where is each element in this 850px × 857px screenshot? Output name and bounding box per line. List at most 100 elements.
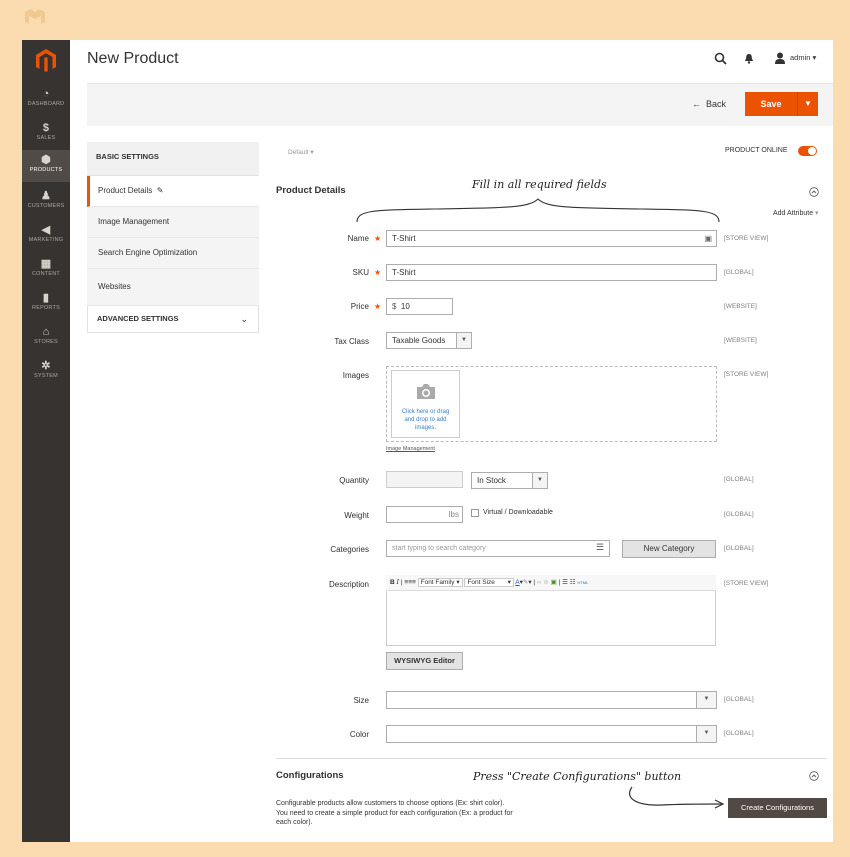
store-icon: ⌂	[42, 326, 50, 338]
image-icon[interactable]: ▣	[551, 579, 557, 586]
product-online-toggle[interactable]	[798, 146, 817, 156]
scope-label: [GLOBAL]	[724, 696, 754, 703]
color-select[interactable]: ▼	[386, 725, 717, 743]
size-label: Size	[353, 696, 369, 705]
highlight-icon[interactable]: ✎	[523, 579, 528, 586]
collapse-icon[interactable]	[809, 771, 819, 781]
text-color-icon[interactable]: A	[515, 579, 519, 586]
html-icon[interactable]: HTML	[577, 580, 588, 585]
megaphone-icon: ◀	[41, 224, 51, 236]
bullet-list-icon[interactable]: ☰	[562, 579, 568, 586]
stock-status-select[interactable]: In Stock ▼	[471, 472, 548, 489]
bell-icon[interactable]	[744, 53, 754, 64]
store-switcher[interactable]: Default ▾	[288, 148, 314, 156]
font-family-select[interactable]: Font Family ▾	[417, 578, 463, 587]
caret-down-icon: ▼	[532, 473, 547, 488]
annotation-brace	[356, 198, 720, 223]
caret-down-icon: ▾	[310, 149, 314, 156]
cube-icon: ⬢	[41, 154, 51, 166]
upload-hint: Click here or drag and drop to add image…	[401, 409, 450, 431]
configurations-description: Configurable products allow customers to…	[276, 800, 513, 826]
link-icon[interactable]: ∞	[537, 579, 542, 586]
scope-label: [GLOBAL]	[724, 545, 754, 552]
tab-image-management[interactable]: Image Management	[87, 207, 259, 238]
editor-toolbar: B I | ≡≡≡ Font Family ▾ Font Size ▾ A▾✎▾…	[386, 575, 716, 591]
save-button[interactable]: Save	[745, 92, 797, 116]
new-category-button[interactable]: New Category	[622, 540, 716, 558]
image-upload-tile[interactable]: Click here or drag and drop to add image…	[391, 370, 460, 438]
name-input[interactable]: T-Shirt ▣	[386, 230, 717, 247]
product-tabs-nav: BASIC SETTINGS Product Details ✎ Image M…	[87, 142, 259, 333]
annotation-configurations: Press "Create Configurations" button	[473, 770, 682, 783]
tab-seo[interactable]: Search Engine Optimization	[87, 238, 259, 269]
user-menu[interactable]: admin ▾	[790, 53, 816, 62]
sidebar-item-products[interactable]: ⬢ PRODUCTS	[22, 150, 70, 182]
dollar-icon: $	[42, 122, 50, 134]
bold-icon[interactable]: B	[390, 579, 395, 586]
camera-icon	[416, 384, 435, 399]
unlink-icon[interactable]: ⊘	[543, 579, 548, 586]
sku-input[interactable]: T-Shirt	[386, 264, 717, 281]
tab-websites[interactable]: Websites	[87, 269, 259, 306]
divider	[276, 758, 827, 759]
price-label: Price	[350, 302, 369, 311]
magento-logo-icon[interactable]	[31, 46, 61, 76]
wysiwyg-editor-button[interactable]: WYSIWYG Editor	[386, 652, 463, 670]
sidebar-item-system[interactable]: ✲ SYSTEM	[22, 360, 70, 388]
caret-down-icon: ▾	[812, 53, 817, 62]
sidebar-item-content[interactable]: ▦ CONTENT	[22, 258, 70, 286]
back-button[interactable]: ← Back	[692, 99, 726, 109]
scope-label: [STORE VIEW]	[724, 235, 769, 242]
advanced-settings-toggle[interactable]: ADVANCED SETTINGS ⌄	[87, 306, 259, 333]
font-size-select[interactable]: Font Size ▾	[464, 578, 514, 587]
search-icon[interactable]	[714, 52, 727, 65]
scope-label: [GLOBAL]	[724, 730, 754, 737]
quantity-input[interactable]	[386, 471, 463, 488]
italic-icon[interactable]: I	[397, 578, 400, 586]
caret-down-icon: ▼	[804, 99, 812, 108]
description-label: Description	[328, 580, 369, 589]
weight-input[interactable]: lbs	[386, 506, 463, 523]
save-options-toggle[interactable]: ▼	[797, 92, 818, 116]
sidebar-item-sales[interactable]: $ SALES	[22, 122, 70, 150]
pencil-icon: ✎	[156, 186, 164, 195]
create-configurations-button[interactable]: Create Configurations	[728, 798, 827, 818]
numbered-list-icon[interactable]: ☷	[570, 579, 576, 586]
sidebar-item-dashboard[interactable]: ◔ DASHBOARD	[22, 88, 70, 116]
caret-down-icon: ▼	[456, 333, 471, 348]
scope-label: [WEBSITE]	[724, 303, 757, 310]
tab-product-details[interactable]: Product Details ✎	[87, 176, 259, 207]
categories-input[interactable]: start typing to search category	[386, 540, 610, 557]
sidebar-item-customers[interactable]: ♟ CUSTOMERS	[22, 190, 70, 218]
tax-class-select[interactable]: Taxable Goods ▼	[386, 332, 472, 349]
layout-icon: ▦	[40, 258, 52, 270]
list-icon: ☰	[596, 542, 605, 552]
virtual-checkbox[interactable]	[471, 509, 479, 517]
size-select[interactable]: ▼	[386, 691, 717, 709]
weight-label: Weight	[344, 511, 369, 520]
sku-label: SKU	[352, 268, 369, 277]
image-management-link[interactable]: Image Management	[386, 446, 435, 452]
categories-label: Categories	[330, 545, 369, 554]
chevron-down-icon: ⌄	[240, 314, 248, 324]
storeview-icon: ▣	[704, 234, 712, 243]
align-right-icon[interactable]: ≡	[412, 579, 416, 586]
price-input[interactable]: $ 10	[386, 298, 453, 315]
admin-sidebar: ◔ DASHBOARD $ SALES ⬢ PRODUCTS ♟ CUSTOMERS ◀…	[22, 40, 70, 842]
product-online-label: PRODUCT ONLINE	[725, 147, 788, 154]
sidebar-item-reports[interactable]: ▮ REPORTS	[22, 292, 70, 320]
basic-settings-heading: BASIC SETTINGS	[87, 142, 259, 176]
add-attribute-link[interactable]: Add Attribute ▾	[773, 209, 819, 217]
user-icon[interactable]	[774, 52, 786, 64]
color-label: Color	[349, 730, 369, 739]
images-label: Images	[342, 371, 369, 380]
page-title: New Product	[87, 50, 179, 67]
scope-label: [GLOBAL]	[724, 476, 754, 483]
arrow-left-icon: ←	[692, 99, 701, 109]
scope-label: [STORE VIEW]	[724, 580, 769, 587]
sidebar-item-stores[interactable]: ⌂ STORES	[22, 326, 70, 354]
scope-label: [GLOBAL]	[724, 269, 754, 276]
sidebar-item-marketing[interactable]: ◀ MARKETING	[22, 224, 70, 252]
collapse-icon[interactable]	[809, 187, 819, 197]
caret-down-icon: ▾	[815, 210, 819, 217]
